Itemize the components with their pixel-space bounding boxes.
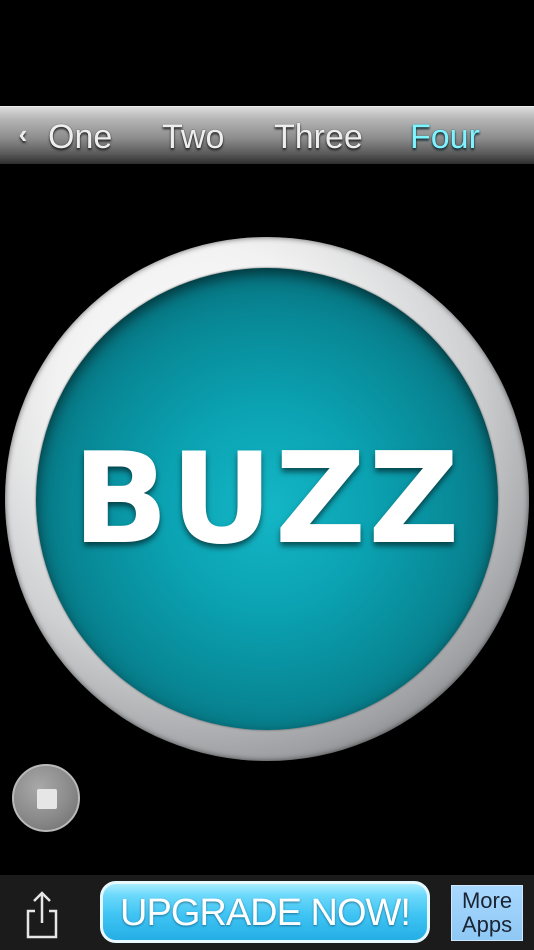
more-apps-label-line2: Apps (461, 912, 513, 937)
tab-two[interactable]: Two (162, 107, 224, 165)
share-icon (26, 891, 58, 939)
buzz-label: BUZZ (72, 425, 462, 572)
buzz-button-face[interactable]: BUZZ (36, 268, 498, 730)
upgrade-now-button[interactable]: UPGRADE NOW! (100, 881, 430, 943)
chevron-left-icon[interactable]: ‹ (12, 121, 34, 147)
buzz-button[interactable]: BUZZ (5, 237, 529, 761)
bottom-bar: UPGRADE NOW! More Apps (0, 875, 534, 950)
share-button[interactable] (18, 887, 66, 943)
stop-button[interactable] (12, 764, 80, 832)
tab-one[interactable]: One (48, 107, 112, 165)
tab-three[interactable]: Three (274, 107, 363, 165)
more-apps-label-line1: More (461, 888, 513, 913)
stop-icon (37, 789, 57, 809)
more-apps-button[interactable]: More Apps (451, 885, 523, 941)
tab-four[interactable]: Four (410, 107, 480, 165)
tab-bar: ‹ One Two Three Four (0, 106, 534, 164)
